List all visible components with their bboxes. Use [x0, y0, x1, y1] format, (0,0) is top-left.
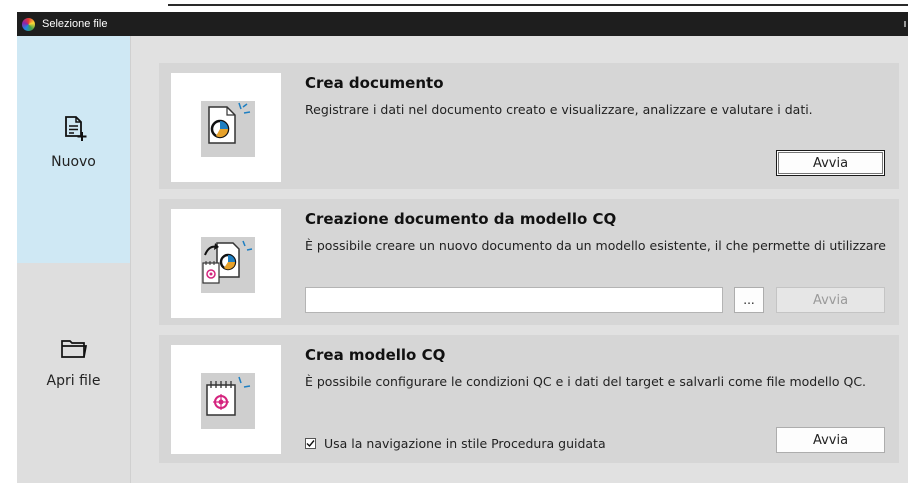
- from-template-panel: Creazione documento da modello CQ È poss…: [159, 199, 899, 325]
- checkmark-icon: [306, 440, 315, 448]
- wizard-navigation-checkbox[interactable]: [305, 438, 316, 449]
- folder-icon: [60, 340, 87, 358]
- create-template-title: Crea modello CQ: [305, 346, 446, 364]
- sidebar: Nuovo Apri file: [17, 36, 131, 483]
- create-template-thumbnail: [171, 345, 281, 454]
- window-title: Selezione file: [42, 18, 108, 30]
- sidebar-open-file-button[interactable]: Apri file: [17, 263, 130, 483]
- title-bar-edge: [904, 21, 906, 27]
- sidebar-new-button[interactable]: Nuovo: [17, 36, 130, 263]
- template-path-input[interactable]: [305, 287, 723, 313]
- create-document-title: Crea documento: [305, 74, 444, 92]
- browse-template-button[interactable]: ...: [734, 287, 764, 313]
- from-template-thumbnail: [171, 209, 281, 318]
- title-bar: Selezione file: [17, 12, 908, 36]
- file-selection-window: Selezione file Nuovo Apri file Crea docu…: [17, 12, 908, 483]
- from-template-start-button[interactable]: Avvia: [776, 287, 885, 313]
- wizard-navigation-label: Usa la navigazione in stile Procedura gu…: [324, 436, 606, 451]
- top-strip: [0, 0, 908, 8]
- wizard-navigation-option[interactable]: Usa la navigazione in stile Procedura gu…: [305, 436, 606, 451]
- sidebar-open-file-label: Apri file: [46, 373, 101, 389]
- top-strip-line: [168, 4, 908, 6]
- create-document-description: Registrare i dati nel documento creato e…: [305, 102, 813, 117]
- create-template-panel: Crea modello CQ È possibile configurare …: [159, 335, 899, 463]
- document-chart-icon: [201, 100, 255, 157]
- from-template-title: Creazione documento da modello CQ: [305, 210, 617, 228]
- new-document-icon: [64, 116, 86, 141]
- create-template-description: È possibile configurare le condizioni QC…: [305, 374, 867, 389]
- app-icon: [22, 17, 35, 31]
- sidebar-new-label: Nuovo: [51, 154, 96, 170]
- create-document-panel: Crea documento Registrare i dati nel doc…: [159, 63, 899, 189]
- create-template-start-button[interactable]: Avvia: [776, 427, 885, 453]
- calendar-target-icon: [201, 372, 255, 429]
- create-document-start-button[interactable]: Avvia: [776, 150, 885, 176]
- create-document-thumbnail: [171, 73, 281, 182]
- from-template-description: È possibile creare un nuovo documento da…: [305, 238, 889, 253]
- template-to-document-icon: [201, 236, 255, 293]
